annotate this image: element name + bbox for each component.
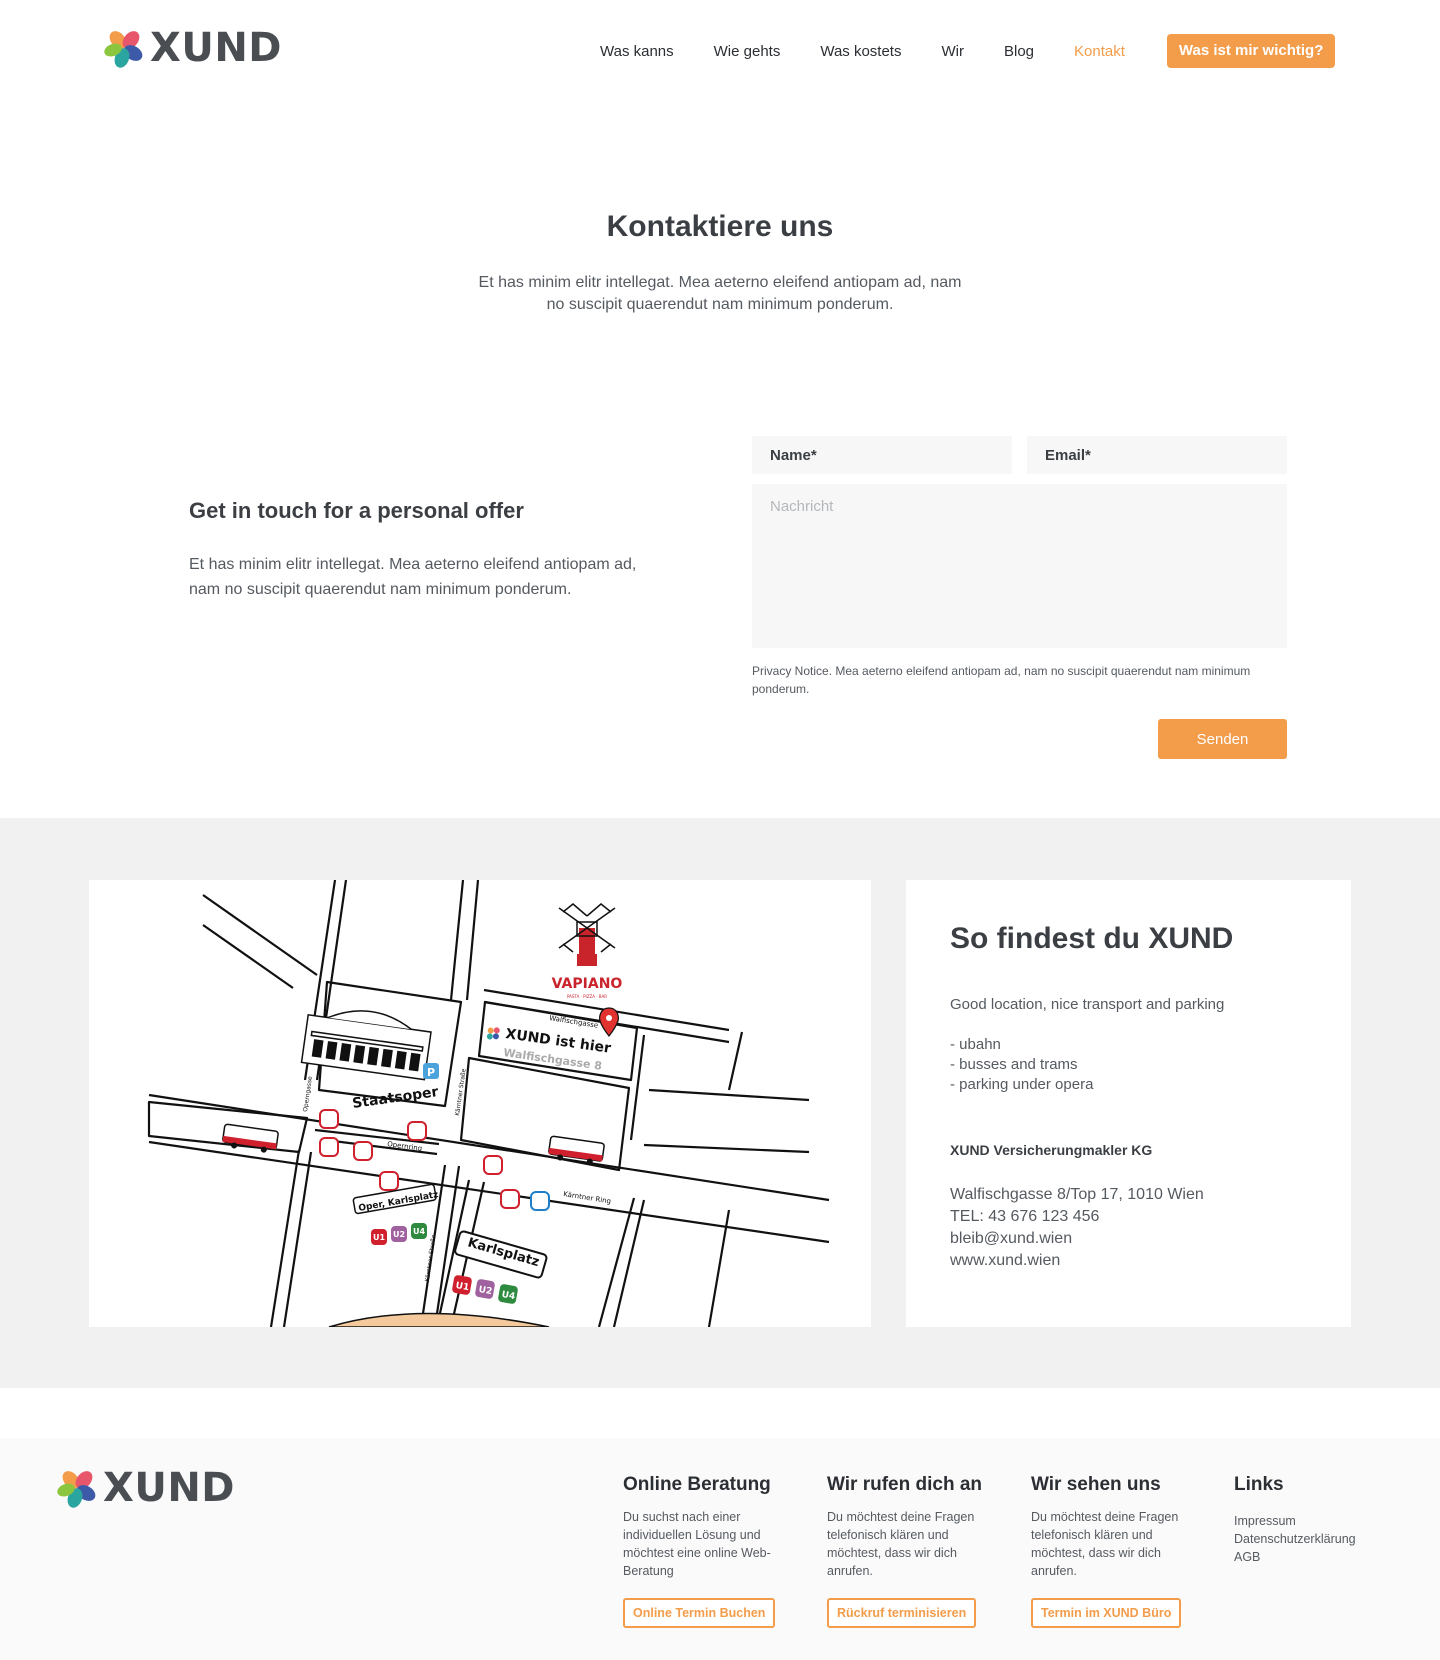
address-text: Walfischgasse 8/Top 17, 1010 Wien [950,1186,1204,1203]
nav-item-blog[interactable]: Blog [1004,43,1034,60]
buero-termin-button[interactable]: Termin im XUND Büro [1031,1598,1182,1628]
location-subtitle: Good location, nice transport and parkin… [950,996,1225,1013]
vapiano-windmill-icon [558,903,616,966]
footer-links-title: Links [1234,1474,1284,1495]
map-label-vapiano-sub: PASTA · PIZZA · BAR [567,994,607,999]
nav-item-wir[interactable]: Wir [941,43,964,60]
nav-item-kontakt[interactable]: Kontakt [1074,43,1125,60]
footer-col-online-beratung: Online Beratung Du suchst nach einer ind… [623,1474,793,1628]
bus-stop-icon [530,1191,550,1211]
send-button[interactable]: Senden [1158,719,1287,759]
logo-flower-icon [104,31,143,68]
contact-title: Get in touch for a personal offer [189,498,524,523]
nav-item-wie-gehts[interactable]: Wie gehts [714,43,781,60]
logo-flower-icon [57,1471,96,1508]
email-link[interactable]: bleib@xund.wien [950,1228,1204,1250]
badge-u2-oper: U2 [393,1230,405,1239]
phone-text[interactable]: TEL: 43 676 123 456 [950,1206,1204,1228]
footer-col-text: Du möchtest deine Fragen telefonisch klä… [1031,1510,1179,1578]
message-field[interactable] [752,484,1287,648]
nav-item-was-kostets[interactable]: Was kostets [820,43,901,60]
website-link[interactable]: www.xund.wien [950,1250,1204,1272]
feature-item: - ubahn [950,1036,1001,1053]
map-label-kaertner-strasse-bottom: Kärntner Straße [424,1234,438,1282]
nav-cta-button[interactable]: Was ist mir wichtig? [1166,34,1336,68]
site-header: XUND Was kanns Wie gehts Was kostets Wir… [0,0,1440,104]
contact-details: Walfischgasse 8/Top 17, 1010 Wien TEL: 4… [950,1184,1204,1272]
page-title: Kontaktiere uns [606,210,834,243]
map-illustration: VAPIANO PASTA · PIZZA · BAR Walfischgass… [147,880,830,1327]
header-logo[interactable]: XUND [104,28,282,68]
online-termin-button[interactable]: Online Termin Buchen [623,1598,776,1628]
footer-col-title: Wir sehen uns [1031,1474,1161,1495]
footer-col-buero: Wir sehen uns Du möchtest deine Fragen t… [1031,1474,1201,1628]
footer-links: Links Impressum Datenschutzerklärung AGB [1234,1474,1356,1566]
contact-text: Et has minim elitr intellegat. Mea aeter… [189,556,637,598]
privacy-notice: Privacy Notice. Mea aeterno eleifend ant… [752,664,1251,696]
footer-col-title: Online Beratung [623,1474,771,1495]
site-footer: XUND Online Beratung Du suchst nach eine… [0,1438,1440,1660]
main-nav: Was kanns Wie gehts Was kostets Wir Blog… [600,34,1336,68]
company-name: XUND Versicherungmakler KG [950,1142,1153,1158]
map-label-vapiano: VAPIANO [552,976,623,992]
location-title: So findest du XUND [950,922,1234,955]
name-field[interactable] [752,436,1012,474]
map-label-operngasse: Operngasse [302,1076,314,1113]
map-label-parking: P [427,1066,435,1079]
footer-col-rueckruf: Wir rufen dich an Du möchtest deine Frag… [827,1474,997,1628]
location-pin-icon [599,1007,619,1037]
link-impressum[interactable]: Impressum [1234,1512,1356,1530]
logo-text: XUND [150,25,282,71]
location-map[interactable]: VAPIANO PASTA · PIZZA · BAR Walfischgass… [89,880,871,1327]
rueckruf-button[interactable]: Rückruf terminisieren [827,1598,977,1628]
map-park-area [328,1312,550,1327]
footer-logo[interactable]: XUND [57,1468,235,1508]
feature-item: - busses and trams [950,1056,1078,1073]
footer-col-text: Du möchtest deine Fragen telefonisch klä… [827,1510,975,1578]
footer-col-title: Wir rufen dich an [827,1474,983,1495]
nav-item-was-kanns[interactable]: Was kanns [600,43,674,60]
badge-u1-oper: U1 [373,1233,385,1242]
location-features: - ubahn - busses and trams - parking und… [950,1035,1093,1095]
logo-text: XUND [103,1465,235,1511]
map-xund-marker [486,1027,500,1040]
footer-col-text: Du suchst nach einer individuellen Lösun… [623,1510,771,1578]
map-label-staatsoper: Staatsoper [351,1084,439,1112]
email-field[interactable] [1027,436,1287,474]
hero-intro-text: Et has minim elitr intellegat. Mea aeter… [478,274,962,313]
link-datenschutz[interactable]: Datenschutzerklärung [1234,1530,1356,1548]
badge-u4-oper: U4 [413,1227,425,1236]
link-agb[interactable]: AGB [1234,1548,1356,1566]
feature-item: - parking under opera [950,1076,1094,1093]
